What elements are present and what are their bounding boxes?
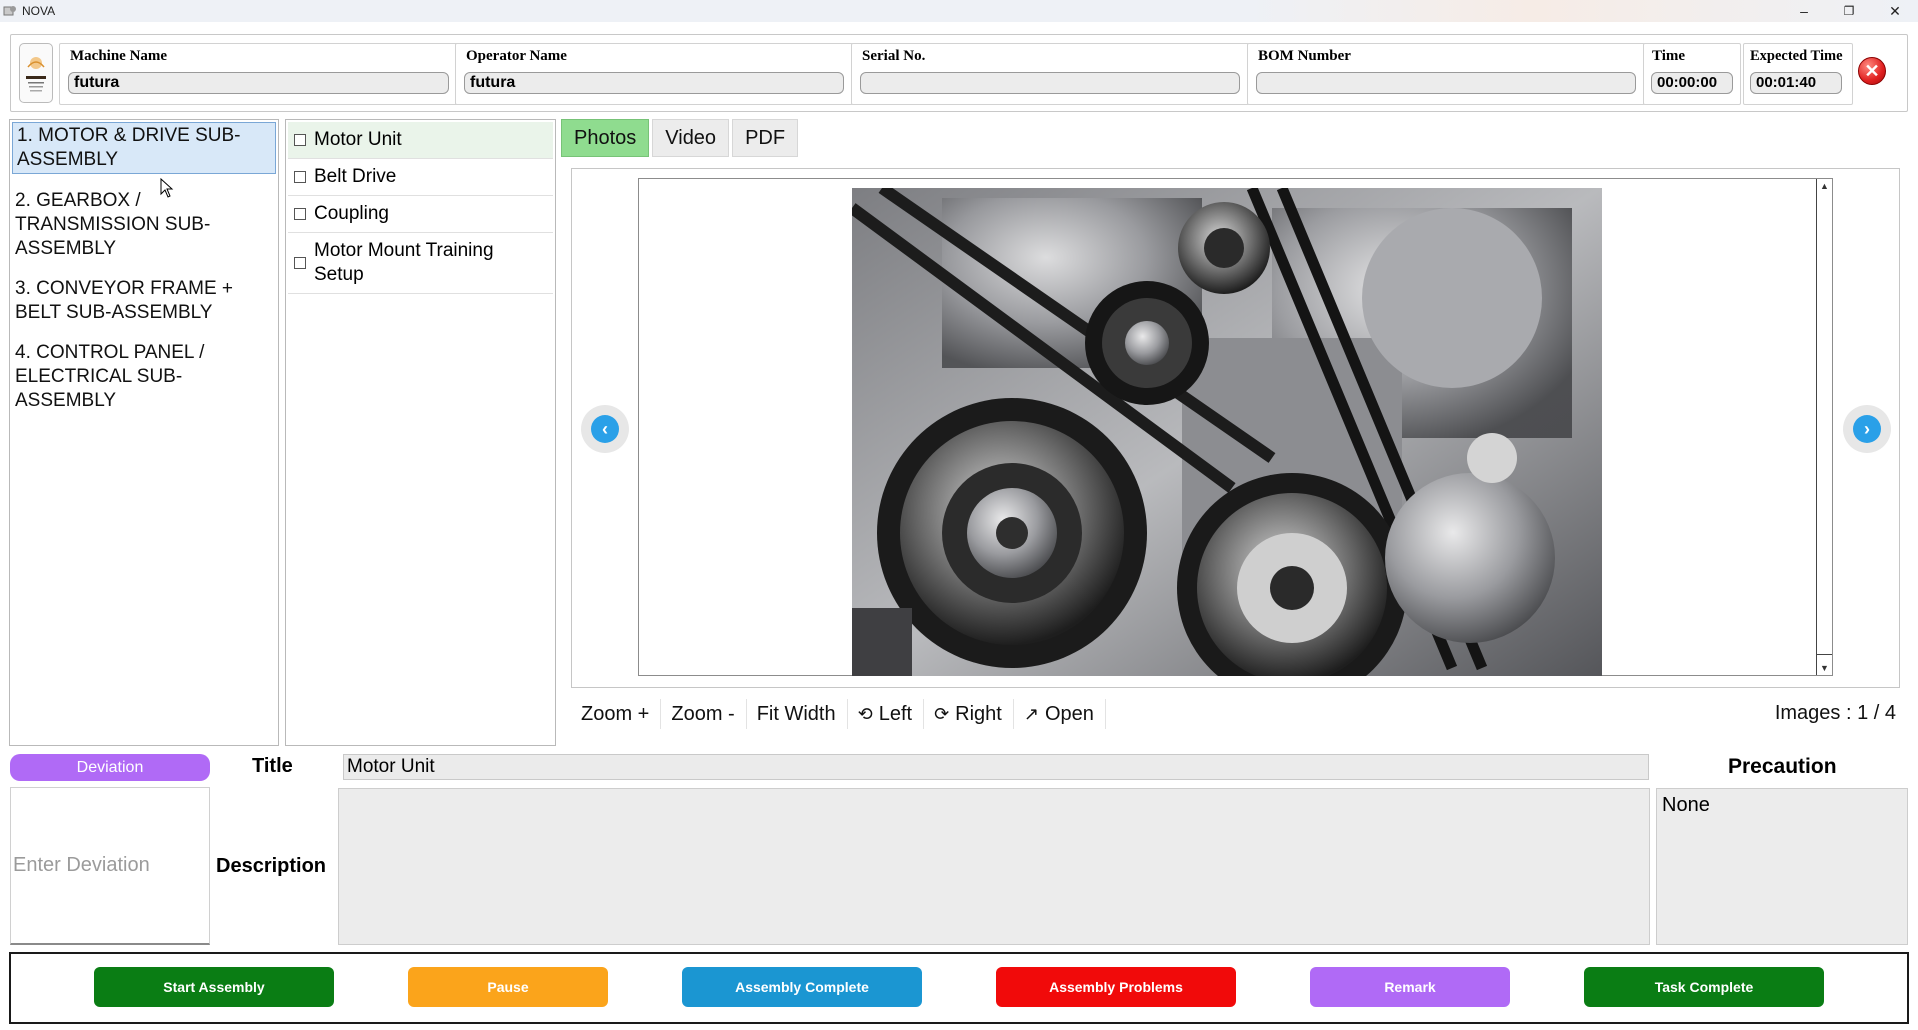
chevron-left-icon: ‹: [591, 415, 619, 443]
header-panel: Machine Name futura Operator Name futura…: [10, 34, 1908, 112]
task-item[interactable]: Coupling: [288, 196, 553, 233]
precaution-field: None: [1656, 788, 1908, 945]
window-close-button[interactable]: ✕: [1872, 0, 1918, 22]
tab-pdf[interactable]: PDF: [732, 119, 799, 157]
media-tabs: Photos Video PDF: [561, 119, 799, 157]
expected-time-field: Expected Time 00:01:40: [1743, 43, 1853, 105]
engine-belt-photo: [852, 188, 1602, 676]
rotate-right-label: Right: [955, 702, 1002, 725]
toolbar-divider: [1104, 699, 1106, 729]
machine-name-label: Machine Name: [70, 48, 168, 64]
start-assembly-button[interactable]: Start Assembly: [94, 967, 334, 1007]
assembly-item[interactable]: 2. GEARBOX / TRANSMISSION SUB-ASSEMBLY: [10, 186, 278, 264]
rotate-right-icon: ⟳: [934, 703, 950, 724]
action-bar: Start Assembly Pause Assembly Complete A…: [9, 952, 1909, 1024]
title-bar: NOVA – ❐ ✕: [0, 0, 1918, 22]
serial-no-input[interactable]: [860, 72, 1240, 94]
tab-photos[interactable]: Photos: [561, 119, 650, 157]
task-checkbox[interactable]: [294, 208, 306, 220]
time-value: 00:00:00: [1651, 72, 1733, 94]
assembly-item[interactable]: 1. MOTOR & DRIVE SUB-ASSEMBLY: [12, 122, 276, 174]
toolbar-divider: [846, 699, 848, 729]
logo-icon: [26, 57, 46, 92]
deviation-button[interactable]: Deviation: [10, 754, 210, 781]
mouse-cursor-icon: [160, 178, 174, 198]
rotate-left-button[interactable]: ⟲ Left: [858, 703, 912, 726]
scroll-thumb[interactable]: [1817, 193, 1832, 655]
open-external-icon: ↗: [1023, 703, 1039, 724]
toolbar-divider: [1012, 699, 1014, 729]
toolbar-divider: [745, 699, 747, 729]
operator-name-field: Operator Name futura: [455, 43, 853, 105]
image-scrollbar[interactable]: ▲ ▼: [1816, 179, 1832, 675]
task-list: Motor Unit Belt Drive Coupling Motor Mou…: [285, 119, 556, 746]
rotate-left-icon: ⟲: [857, 703, 873, 724]
bom-number-field: BOM Number: [1247, 43, 1645, 105]
toolbar-divider: [660, 699, 662, 729]
tab-video[interactable]: Video: [652, 119, 730, 157]
fit-width-button[interactable]: Fit Width: [757, 703, 836, 726]
description-field: [338, 788, 1650, 945]
title-label: Title: [252, 755, 293, 777]
pause-button[interactable]: Pause: [408, 967, 608, 1007]
deviation-input[interactable]: Enter Deviation: [10, 787, 210, 945]
chevron-right-icon: ›: [1853, 415, 1881, 443]
scroll-up-icon[interactable]: ▲: [1817, 179, 1832, 193]
operator-name-label: Operator Name: [466, 48, 567, 64]
scroll-down-icon[interactable]: ▼: [1817, 661, 1832, 675]
zoom-in-button[interactable]: Zoom +: [581, 703, 649, 726]
task-complete-button[interactable]: Task Complete: [1584, 967, 1824, 1007]
task-label: Coupling: [314, 203, 389, 224]
image-counter: Images : 1 / 4: [1774, 702, 1896, 724]
app-icon: [3, 6, 16, 16]
description-label: Description: [216, 855, 327, 877]
task-label: Motor Unit: [314, 129, 402, 150]
precaution-label: Precaution: [1728, 755, 1837, 778]
open-label: Open: [1044, 702, 1094, 725]
restore-button[interactable]: ❐: [1826, 0, 1872, 22]
task-item[interactable]: Motor Mount Training Setup: [288, 233, 553, 294]
time-label: Time: [1652, 48, 1686, 64]
remark-button[interactable]: Remark: [1310, 967, 1510, 1007]
machine-name-field: Machine Name futura: [59, 43, 458, 105]
company-logo: [19, 43, 53, 103]
serial-no-label: Serial No.: [862, 48, 926, 64]
image-frame: ▲ ▼: [638, 178, 1833, 676]
task-checkbox[interactable]: [294, 257, 306, 269]
assembly-list: 1. MOTOR & DRIVE SUB-ASSEMBLY 2. GEARBOX…: [9, 119, 279, 746]
time-field: Time 00:00:00: [1643, 43, 1741, 105]
window-title: NOVA: [22, 4, 56, 18]
assembly-problems-button[interactable]: Assembly Problems: [996, 967, 1236, 1007]
zoom-out-button[interactable]: Zoom -: [671, 703, 734, 726]
bom-number-label: BOM Number: [1258, 48, 1351, 64]
task-item[interactable]: Belt Drive: [288, 159, 553, 196]
assembly-item[interactable]: 4. CONTROL PANEL / ELECTRICAL SUB-ASSEMB…: [10, 338, 278, 416]
machine-name-input[interactable]: futura: [68, 72, 449, 94]
image-viewer: ‹ ▲ ▼ ›: [571, 168, 1900, 688]
toolbar-divider: [923, 699, 925, 729]
minimize-button[interactable]: –: [1781, 0, 1827, 22]
expected-time-label: Expected Time: [1750, 48, 1843, 64]
engine-photo-icon: [852, 188, 1602, 676]
previous-image-button[interactable]: ‹: [581, 405, 629, 453]
rotate-right-button[interactable]: ⟳ Right: [934, 703, 1002, 726]
rotate-left-label: Left: [878, 702, 913, 725]
task-checkbox[interactable]: [294, 134, 306, 146]
task-label: Motor Mount Training Setup: [314, 240, 494, 285]
title-field: Motor Unit: [343, 754, 1649, 780]
operator-name-input[interactable]: futura: [464, 72, 844, 94]
assembly-complete-button[interactable]: Assembly Complete: [682, 967, 922, 1007]
bom-number-input[interactable]: [1256, 72, 1636, 94]
task-label: Belt Drive: [314, 166, 397, 187]
open-button[interactable]: ↗ Open: [1024, 703, 1094, 726]
task-item[interactable]: Motor Unit: [288, 122, 553, 159]
viewer-toolbar: Zoom + Zoom - Fit Width ⟲ Left ⟳ Right ↗…: [571, 696, 1900, 732]
task-checkbox[interactable]: [294, 171, 306, 183]
serial-no-field: Serial No.: [851, 43, 1249, 105]
next-image-button[interactable]: ›: [1843, 405, 1891, 453]
expected-time-value: 00:01:40: [1750, 72, 1842, 94]
exit-close-icon[interactable]: ✕: [1858, 57, 1886, 85]
assembly-item[interactable]: 3. CONVEYOR FRAME + BELT SUB-ASSEMBLY: [10, 274, 278, 328]
